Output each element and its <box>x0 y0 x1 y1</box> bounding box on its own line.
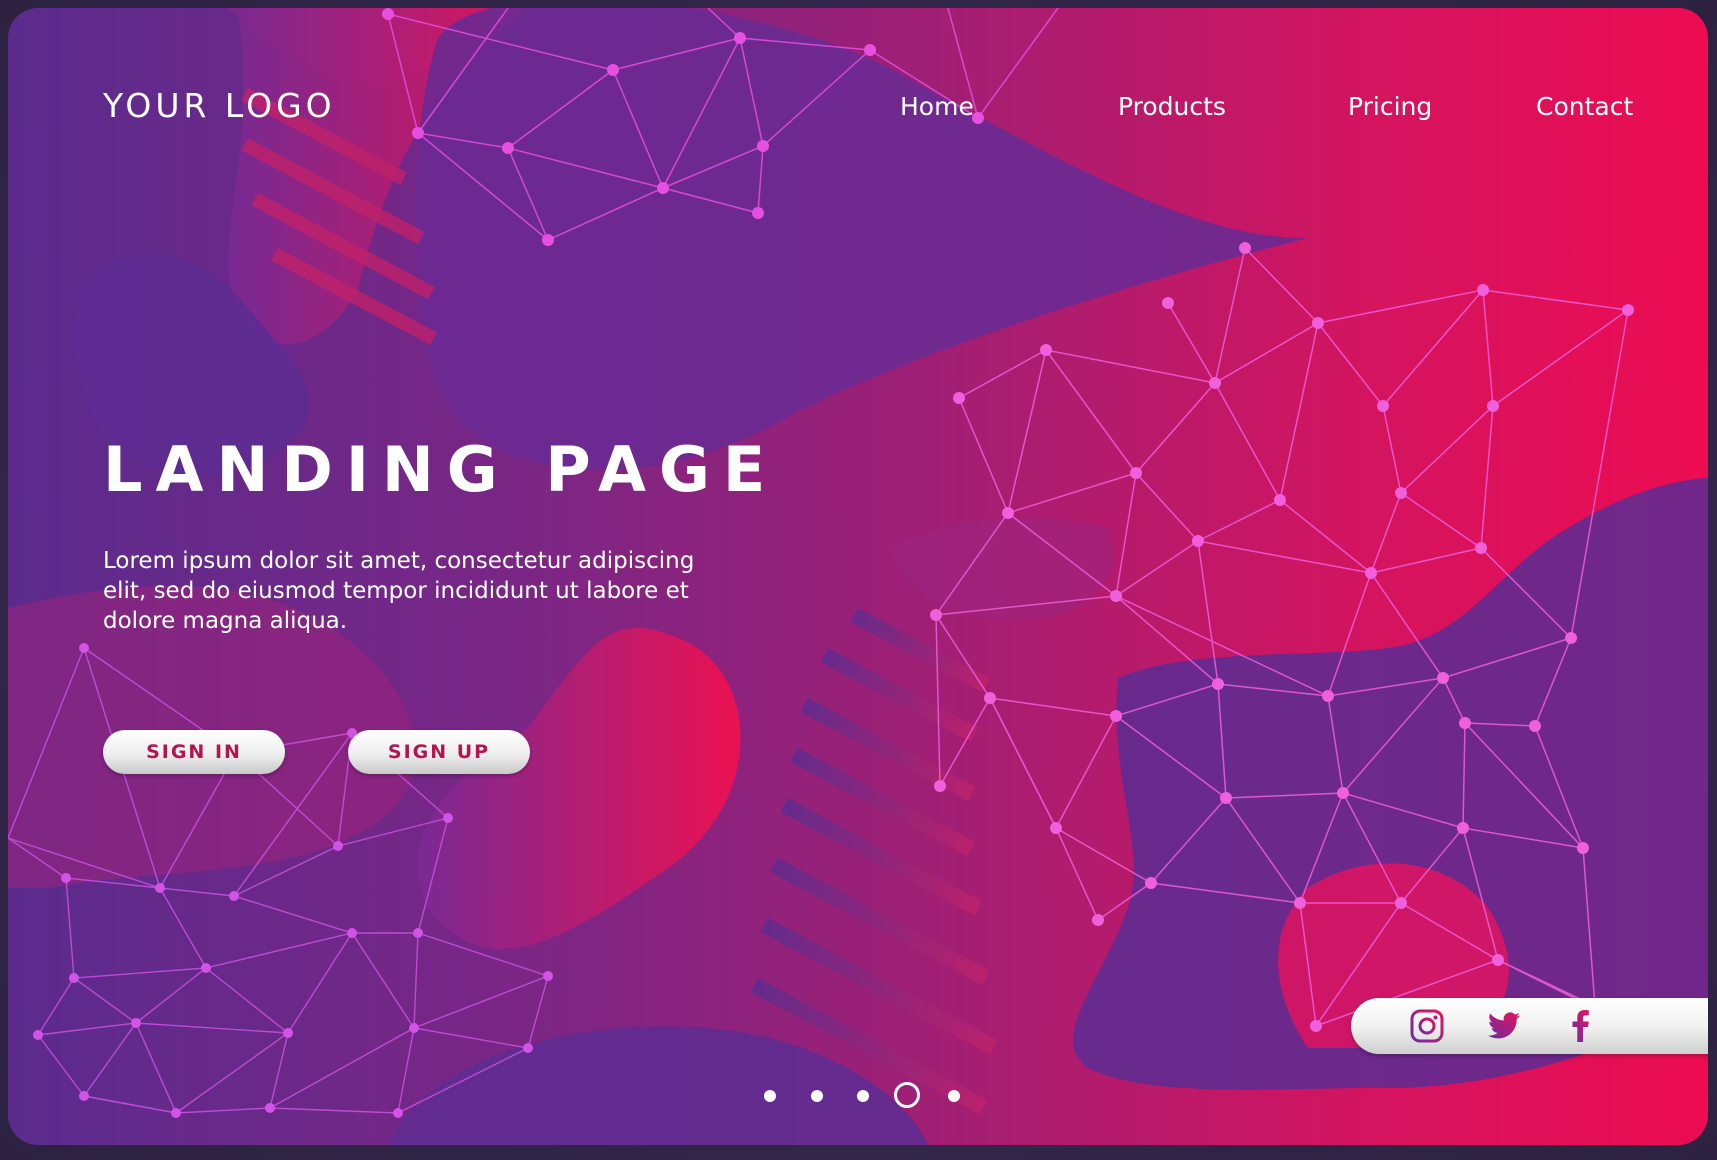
landing-page: YOUR LOGO Home Products Pricing Contact … <box>8 8 1708 1145</box>
carousel-dot-2[interactable] <box>811 1090 823 1102</box>
social-bar <box>1351 998 1708 1054</box>
nav-item-pricing[interactable]: Pricing <box>1348 92 1432 121</box>
browser-frame: YOUR LOGO Home Products Pricing Contact … <box>0 0 1717 1160</box>
sign-in-button[interactable]: SIGN IN <box>103 730 285 774</box>
nav-item-contact[interactable]: Contact <box>1536 92 1633 121</box>
nav-item-home[interactable]: Home <box>900 92 974 121</box>
hero-description: Lorem ipsum dolor sit amet, consectetur … <box>103 548 695 634</box>
carousel-dot-5[interactable] <box>948 1090 960 1102</box>
carousel-dot-3[interactable] <box>857 1090 869 1102</box>
carousel-dot-4-active[interactable] <box>894 1082 920 1108</box>
twitter-icon[interactable] <box>1486 1008 1522 1044</box>
carousel-dot-1[interactable] <box>764 1090 776 1102</box>
sign-up-button[interactable]: SIGN UP <box>348 730 530 774</box>
main-nav: Home Products Pricing Contact <box>8 92 1708 132</box>
page-title: LANDING PAGE <box>103 433 779 506</box>
nav-item-products[interactable]: Products <box>1118 92 1226 121</box>
facebook-icon[interactable] <box>1563 1008 1599 1044</box>
instagram-icon[interactable] <box>1409 1008 1445 1044</box>
carousel-dots <box>8 1082 1708 1112</box>
